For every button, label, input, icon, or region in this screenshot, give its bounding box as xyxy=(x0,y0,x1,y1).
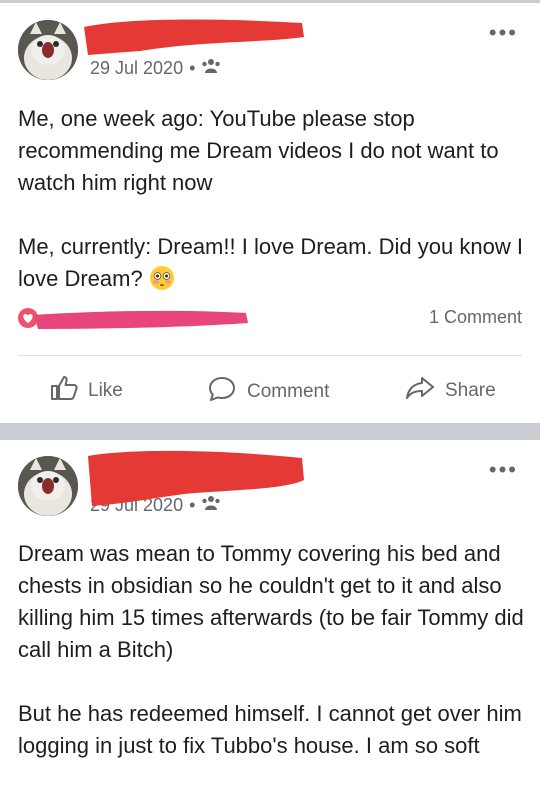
post-separator xyxy=(0,423,540,440)
post-card: 29 Jul 2020 • ••• Dream was mean to Tomm… xyxy=(0,440,540,798)
post-paragraph: Dream was mean to Tommy covering his bed… xyxy=(18,541,524,662)
separator-dot: • xyxy=(189,58,196,78)
post-paragraph: Me, currently: Dream!! I love Dream. Did… xyxy=(18,234,523,291)
share-arrow-icon xyxy=(405,375,435,407)
redacted-name xyxy=(84,19,304,55)
more-options-icon[interactable]: ••• xyxy=(489,459,518,481)
share-button[interactable]: Share xyxy=(405,375,496,407)
post-meta: 29 Jul 2020 • xyxy=(90,58,221,79)
post-body: Me, one week ago: YouTube please stop re… xyxy=(18,103,528,295)
friends-icon xyxy=(201,58,221,79)
post-body: Dream was mean to Tommy covering his bed… xyxy=(18,538,528,762)
divider xyxy=(18,355,522,356)
comment-bubble-icon xyxy=(207,375,237,409)
reactions-row: 1 Comment xyxy=(18,303,522,333)
more-options-icon[interactable]: ••• xyxy=(489,22,518,44)
post-card: ••• 29 Jul 2020 • Me, one week ago: YouT… xyxy=(0,3,540,423)
post-date[interactable]: 29 Jul 2020 xyxy=(90,58,183,79)
like-button[interactable]: Like xyxy=(50,375,123,407)
avatar[interactable] xyxy=(18,20,78,80)
like-label: Like xyxy=(88,380,123,401)
post-paragraph: Me, one week ago: YouTube please stop re… xyxy=(18,106,499,195)
redacted-reactor-names xyxy=(34,310,248,329)
action-bar: Like Comment Share xyxy=(0,363,540,413)
post-paragraph: But he has redeemed himself. I cannot ge… xyxy=(18,701,522,758)
comment-count[interactable]: 1 Comment xyxy=(429,307,522,328)
post-paragraph-with-emoji: Me, currently: Dream!! I love Dream. Did… xyxy=(18,231,528,295)
avatar[interactable] xyxy=(18,456,78,516)
thumbs-up-icon xyxy=(50,375,78,407)
share-label: Share xyxy=(445,380,496,401)
redacted-name xyxy=(88,450,304,506)
comment-button[interactable]: Comment xyxy=(207,375,329,409)
flushed-face-emoji xyxy=(149,265,175,291)
comment-label: Comment xyxy=(247,381,330,402)
